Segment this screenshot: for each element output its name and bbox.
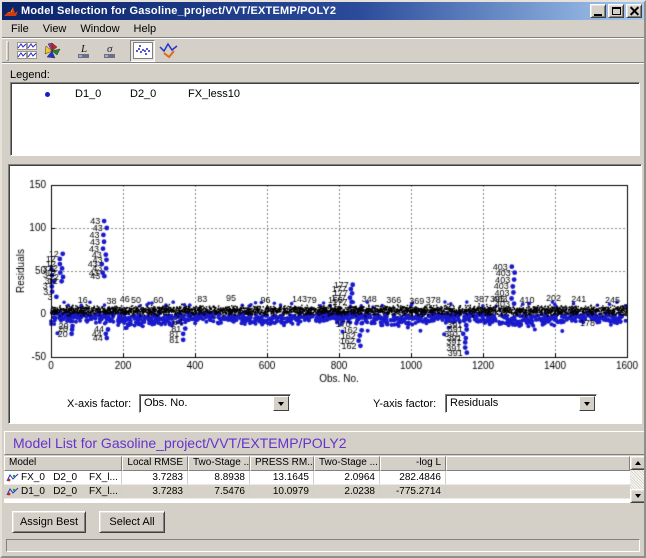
two-stage-1-cell: 7.5476 bbox=[188, 485, 250, 498]
close-icon bbox=[630, 7, 639, 16]
local-rmse-cell: 3.7283 bbox=[122, 485, 188, 498]
sigma-button[interactable]: σ bbox=[98, 40, 123, 62]
subplot-grid-icon bbox=[17, 42, 37, 59]
two-stage-2-cell: 2.0964 bbox=[314, 471, 380, 484]
model-list-table: Model Local RMSE Two-Stage ... PRESS RM.… bbox=[4, 456, 646, 503]
legend-point-marker-icon bbox=[45, 92, 50, 97]
column-header-press[interactable]: PRESS RM... bbox=[250, 456, 314, 471]
model-list-title: Model List for Gasoline_project/VVT/EXTE… bbox=[4, 431, 646, 455]
y-axis-factor-value: Residuals bbox=[446, 395, 596, 409]
scatter-view-button[interactable] bbox=[130, 40, 155, 62]
scatter-plot-icon bbox=[133, 42, 153, 59]
menu-bar: File View Window Help bbox=[2, 20, 644, 37]
residual-curve-icon bbox=[159, 42, 179, 59]
assign-best-button[interactable]: Assign Best bbox=[12, 511, 86, 533]
likelihood-button[interactable]: L bbox=[72, 40, 97, 62]
press-cell: 10.0979 bbox=[250, 485, 314, 498]
chevron-up-icon bbox=[635, 461, 641, 465]
y-axis-factor-select[interactable]: Residuals bbox=[445, 394, 597, 413]
table-row[interactable]: FX_0 D2_0 FX_l... 3.7283 8.8938 13.1645 … bbox=[4, 471, 646, 485]
maximize-button[interactable] bbox=[608, 4, 624, 18]
plot-panel: X-axis factor: Obs. No. Y-axis factor: R… bbox=[8, 164, 642, 424]
column-header-local-rmse[interactable]: Local RMSE bbox=[122, 456, 188, 471]
table-scrollbar[interactable] bbox=[630, 456, 646, 503]
svg-text:L: L bbox=[80, 43, 87, 55]
likelihood-icon: L bbox=[76, 42, 94, 60]
x-axis-factor-label: X-axis factor: bbox=[67, 398, 131, 410]
x-axis-factor-dropdown-button[interactable] bbox=[273, 396, 289, 411]
y-axis-factor-label: Y-axis factor: bbox=[373, 398, 436, 410]
local-rmse-cell: 3.7283 bbox=[122, 471, 188, 484]
table-row[interactable]: D1_0 D2_0 FX_l... 3.7283 7.5476 10.0979 … bbox=[4, 485, 646, 499]
chevron-down-icon bbox=[278, 402, 284, 406]
close-button[interactable] bbox=[626, 4, 642, 18]
matlab-logo-icon bbox=[4, 5, 18, 18]
residual-scatter-plot[interactable] bbox=[11, 167, 639, 391]
column-header-log-l[interactable]: -log L bbox=[380, 456, 446, 471]
legend-label: Legend: bbox=[10, 69, 50, 81]
scroll-up-button[interactable] bbox=[630, 456, 646, 470]
legend-model-d2: D2_0 bbox=[130, 88, 156, 100]
legend-entry: D1_0 D2_0 FX_less10 bbox=[11, 87, 639, 103]
x-axis-factor-value: Obs. No. bbox=[140, 395, 290, 409]
surface-view-button[interactable] bbox=[40, 40, 65, 62]
menu-file[interactable]: File bbox=[4, 21, 36, 37]
subplot-view-button[interactable] bbox=[14, 40, 39, 62]
svg-text:σ: σ bbox=[107, 43, 113, 55]
scrollbar-track[interactable] bbox=[630, 470, 646, 489]
column-header-model[interactable]: Model bbox=[4, 456, 122, 471]
menu-view[interactable]: View bbox=[36, 21, 74, 37]
legend-model-fx: FX_less10 bbox=[188, 88, 240, 100]
window-title: Model Selection for Gasoline_project/VVT… bbox=[21, 5, 336, 17]
chevron-down-icon bbox=[635, 494, 641, 498]
log-l-cell: 282.4846 bbox=[380, 471, 446, 484]
model-cell: FX_0 D2_0 FX_l... bbox=[4, 471, 122, 484]
toolbar-gripper[interactable] bbox=[6, 41, 9, 61]
x-axis-factor-select[interactable]: Obs. No. bbox=[139, 394, 291, 413]
title-bar: Model Selection for Gasoline_project/VVT… bbox=[2, 2, 644, 20]
surface-3d-icon bbox=[43, 42, 62, 60]
scroll-down-button[interactable] bbox=[630, 489, 646, 503]
sigma-icon: σ bbox=[102, 42, 120, 60]
column-header-two-stage-2[interactable]: Two-Stage ... bbox=[314, 456, 380, 471]
model-icon bbox=[6, 486, 19, 497]
two-stage-1-cell: 8.8938 bbox=[188, 471, 250, 484]
table-header-row: Model Local RMSE Two-Stage ... PRESS RM.… bbox=[4, 456, 646, 471]
minimize-button[interactable] bbox=[590, 4, 606, 18]
y-axis-factor-dropdown-button[interactable] bbox=[579, 396, 595, 411]
menu-window[interactable]: Window bbox=[73, 21, 126, 37]
model-selection-window: Model Selection for Gasoline_project/VVT… bbox=[0, 0, 646, 558]
legend-model-d1: D1_0 bbox=[75, 88, 101, 100]
model-cell: D1_0 D2_0 FX_l... bbox=[4, 485, 122, 498]
menu-help[interactable]: Help bbox=[127, 21, 164, 37]
minimize-icon bbox=[594, 14, 602, 16]
residuals-view-button[interactable] bbox=[156, 40, 181, 62]
status-bar bbox=[6, 539, 640, 552]
press-cell: 13.1645 bbox=[250, 471, 314, 484]
toolbar: L σ bbox=[2, 37, 644, 64]
column-header-filler bbox=[446, 456, 630, 471]
maximize-icon bbox=[612, 7, 621, 15]
two-stage-2-cell: 2.0238 bbox=[314, 485, 380, 498]
column-header-two-stage-1[interactable]: Two-Stage ... bbox=[188, 456, 250, 471]
log-l-cell: -775.2714 bbox=[380, 485, 446, 498]
chevron-down-icon bbox=[584, 402, 590, 406]
model-icon bbox=[6, 472, 19, 483]
select-all-button[interactable]: Select All bbox=[99, 511, 165, 533]
legend-box: D1_0 D2_0 FX_less10 bbox=[10, 82, 640, 156]
